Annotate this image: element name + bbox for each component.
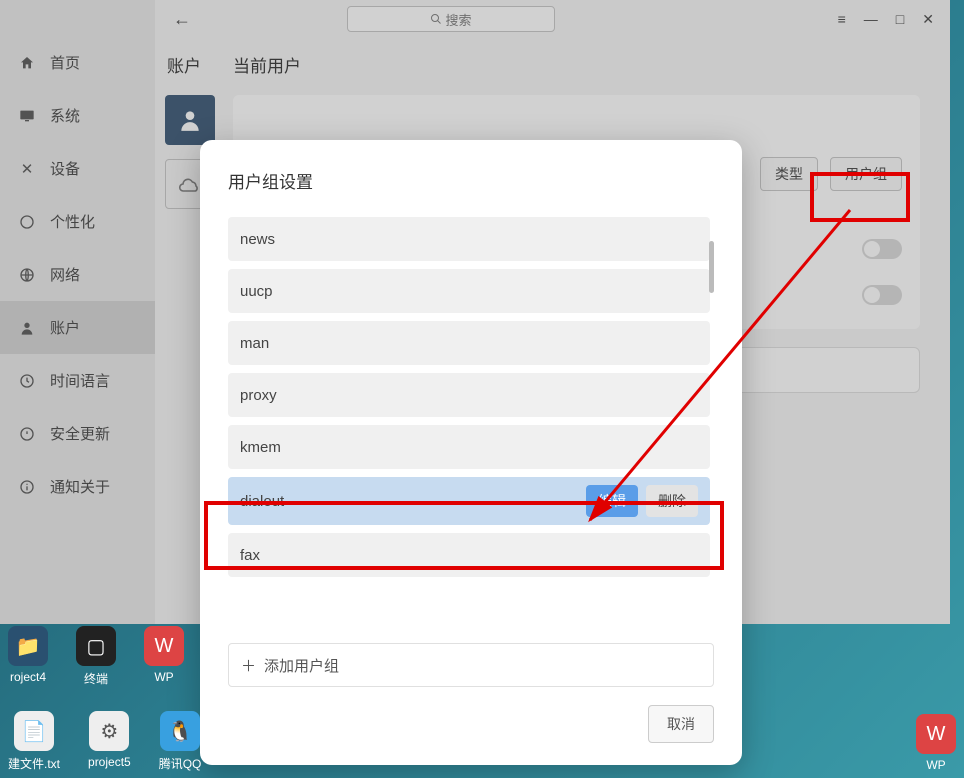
group-item-fax[interactable]: fax — [228, 533, 710, 577]
group-item-kmem[interactable]: kmem — [228, 425, 710, 469]
group-item-man[interactable]: man — [228, 321, 710, 365]
group-name: fax — [240, 547, 260, 564]
desktop-label: roject4 — [10, 670, 46, 684]
add-group-button[interactable]: ＋ 添加用户组 — [228, 643, 714, 687]
txt-icon: 📄 — [14, 711, 54, 751]
delete-button[interactable]: 删除 — [646, 485, 698, 517]
qq-icon: 🐧 — [160, 711, 200, 751]
group-item-dialout[interactable]: dialout 编辑 删除 — [228, 477, 710, 525]
desktop-label: 终端 — [84, 670, 108, 687]
desktop-item-wps2[interactable]: W WP — [916, 714, 956, 772]
desktop-icons-row2: 📄 建文件.txt ⚙ project5 🐧 腾讯QQ — [0, 703, 209, 778]
desktop-label: WP — [926, 758, 945, 772]
group-item-uucp[interactable]: uucp — [228, 269, 710, 313]
cancel-button[interactable]: 取消 — [648, 705, 714, 743]
desktop-label: WP — [154, 670, 173, 684]
group-list[interactable]: news uucp man proxy kmem dialout 编辑 删除 f… — [228, 217, 714, 635]
user-group-modal: 用户组设置 news uucp man proxy kmem dialout 编… — [200, 140, 742, 765]
wps-icon: W — [144, 626, 184, 666]
folder-icon: 📁 — [8, 626, 48, 666]
desktop-icons-right: W WP — [908, 706, 964, 778]
edit-button[interactable]: 编辑 — [586, 485, 638, 517]
terminal-icon: ▢ — [76, 626, 116, 666]
scrollbar-indicator[interactable] — [709, 241, 714, 293]
group-name: uucp — [240, 283, 273, 300]
group-name: dialout — [240, 493, 284, 510]
group-name: kmem — [240, 439, 281, 456]
desktop-item-txt[interactable]: 📄 建文件.txt — [8, 711, 60, 772]
group-name: proxy — [240, 387, 277, 404]
group-item-proxy[interactable]: proxy — [228, 373, 710, 417]
desktop-label: 建文件.txt — [8, 755, 60, 772]
desktop-label: project5 — [88, 755, 131, 769]
wps-icon: W — [916, 714, 956, 754]
group-name: man — [240, 335, 269, 352]
modal-title: 用户组设置 — [228, 168, 714, 193]
group-name: news — [240, 231, 275, 248]
gear-icon: ⚙ — [89, 711, 129, 751]
desktop-label: 腾讯QQ — [159, 755, 202, 772]
plus-icon: ＋ — [241, 655, 256, 676]
add-group-label: 添加用户组 — [264, 655, 339, 676]
desktop-item-project5[interactable]: ⚙ project5 — [88, 711, 131, 772]
group-item-news[interactable]: news — [228, 217, 710, 261]
desktop-item-qq[interactable]: 🐧 腾讯QQ — [159, 711, 202, 772]
